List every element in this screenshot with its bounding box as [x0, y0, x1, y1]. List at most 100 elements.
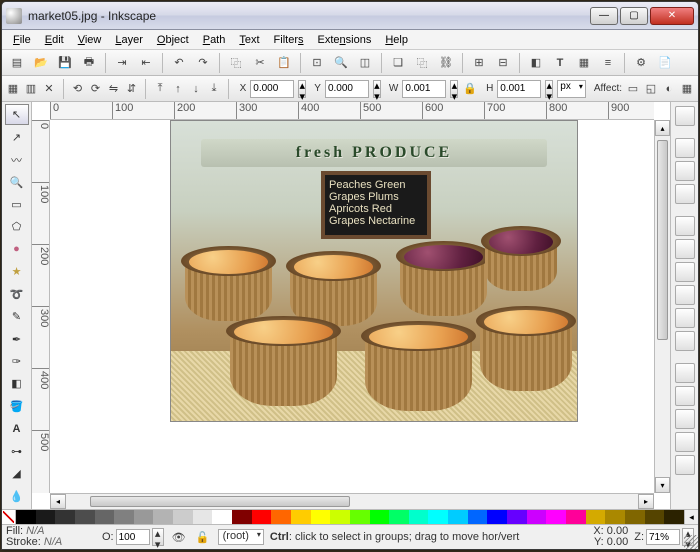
h-spin[interactable]: ▴▾ — [545, 80, 553, 98]
swatch[interactable] — [507, 510, 527, 524]
snap-midpoint-icon[interactable] — [675, 331, 695, 351]
x-input[interactable] — [250, 80, 294, 98]
eraser-tool-icon[interactable]: ◧ — [5, 373, 29, 394]
zoom-page-icon[interactable]: ◫ — [354, 52, 376, 74]
menu-help[interactable]: Help — [378, 32, 415, 48]
select-all-icon[interactable]: ▦ — [6, 78, 20, 100]
docprops-icon[interactable]: 📄 — [654, 52, 676, 74]
affect-gradient-icon[interactable]: ◐ — [662, 78, 676, 100]
swatch[interactable] — [350, 510, 370, 524]
cut-icon[interactable]: ✂ — [249, 52, 271, 74]
swatch[interactable] — [36, 510, 56, 524]
dropper-tool-icon[interactable]: 💧 — [5, 485, 29, 506]
bezier-tool-icon[interactable]: ✒ — [5, 328, 29, 349]
snap-cusp-icon[interactable] — [675, 285, 695, 305]
horizontal-scrollbar[interactable]: ◂ ▸ — [50, 493, 654, 509]
zoom-input[interactable] — [646, 529, 680, 545]
scroll-left-icon[interactable]: ◂ — [50, 494, 66, 509]
swatch[interactable] — [468, 510, 488, 524]
swatch[interactable] — [75, 510, 95, 524]
prefs-icon[interactable]: ⚙ — [630, 52, 652, 74]
titlebar[interactable]: market05.jpg - Inkscape — ▢ ✕ — [2, 2, 698, 30]
palette-menu-icon[interactable]: ◂ — [684, 510, 698, 524]
open-icon[interactable]: 📂 — [30, 52, 52, 74]
swatch[interactable] — [645, 510, 665, 524]
swatch[interactable] — [173, 510, 193, 524]
copy-icon[interactable]: ⿻ — [225, 52, 247, 74]
xml-icon[interactable]: ▦ — [573, 52, 595, 74]
swatch[interactable] — [252, 510, 272, 524]
swatch[interactable] — [193, 510, 213, 524]
lower-bottom-icon[interactable]: ⤓ — [207, 78, 221, 100]
snap-bbox-corner-icon[interactable] — [675, 184, 695, 204]
swatch[interactable] — [448, 510, 468, 524]
lock-icon[interactable]: 🔒 — [462, 78, 478, 100]
new-icon[interactable]: ▤ — [6, 52, 28, 74]
swatch[interactable] — [586, 510, 606, 524]
text-tool-icon[interactable]: A — [5, 418, 29, 439]
calligraphy-tool-icon[interactable]: ✑ — [5, 351, 29, 372]
no-color-swatch[interactable] — [2, 510, 16, 524]
export-icon[interactable]: ⇤ — [135, 52, 157, 74]
deselect-icon[interactable]: ✕ — [42, 78, 56, 100]
snap-guide-icon[interactable] — [675, 455, 695, 475]
flip-v-icon[interactable]: ⇵ — [125, 78, 139, 100]
ungroup-icon[interactable]: ⊟ — [492, 52, 514, 74]
swatch[interactable] — [153, 510, 173, 524]
swatch[interactable] — [212, 510, 232, 524]
canvas[interactable]: fresh PRODUCE Peaches Green Grapes Plums… — [50, 120, 654, 493]
swatch[interactable] — [55, 510, 75, 524]
spiral-tool-icon[interactable]: ➰ — [5, 284, 29, 305]
menu-extensions[interactable]: Extensions — [311, 32, 379, 48]
node-tool-icon[interactable]: ↗ — [5, 126, 29, 147]
swatch[interactable] — [271, 510, 291, 524]
zoom-fit-icon[interactable]: ⊡ — [306, 52, 328, 74]
bucket-tool-icon[interactable]: 🪣 — [5, 396, 29, 417]
w-spin[interactable]: ▴▾ — [450, 80, 458, 98]
pencil-tool-icon[interactable]: ✎ — [5, 306, 29, 327]
3dbox-tool-icon[interactable]: ⬠ — [5, 216, 29, 237]
swatch[interactable] — [16, 510, 36, 524]
resize-grip[interactable] — [684, 535, 698, 549]
snap-path-icon[interactable] — [675, 239, 695, 259]
unit-select[interactable]: px — [557, 80, 586, 98]
align-dialog-icon[interactable]: ≡ — [597, 52, 619, 74]
swatch[interactable] — [546, 510, 566, 524]
raise-top-icon[interactable]: ⤒ — [153, 78, 167, 100]
swatch[interactable] — [389, 510, 409, 524]
swatch[interactable] — [566, 510, 586, 524]
gradient-tool-icon[interactable]: ◢ — [5, 463, 29, 484]
y-spin[interactable]: ▴▾ — [373, 80, 381, 98]
scroll-right-icon[interactable]: ▸ — [638, 494, 654, 509]
snap-rotation-icon[interactable] — [675, 386, 695, 406]
vertical-scrollbar[interactable]: ▴ ▾ — [654, 120, 670, 493]
swatch[interactable] — [664, 510, 684, 524]
menu-edit[interactable]: Edit — [38, 32, 71, 48]
scroll-thumb[interactable] — [657, 140, 668, 340]
affect-pattern-icon[interactable]: ▦ — [680, 78, 694, 100]
snap-nodes-icon[interactable] — [675, 216, 695, 236]
swatch[interactable] — [330, 510, 350, 524]
save-icon[interactable]: 💾 — [54, 52, 76, 74]
flip-h-icon[interactable]: ⇋ — [107, 78, 121, 100]
import-icon[interactable]: ⇥ — [111, 52, 133, 74]
menu-filters[interactable]: Filters — [267, 32, 311, 48]
swatch[interactable] — [134, 510, 154, 524]
swatch[interactable] — [232, 510, 252, 524]
scroll-down-icon[interactable]: ▾ — [655, 477, 670, 493]
affect-corners-icon[interactable]: ◱ — [644, 78, 658, 100]
minimize-button[interactable]: — — [590, 7, 618, 25]
undo-icon[interactable]: ↶ — [168, 52, 190, 74]
unlink-icon[interactable]: ⛓ — [435, 52, 457, 74]
snap-page-icon[interactable] — [675, 409, 695, 429]
menu-view[interactable]: View — [71, 32, 109, 48]
swatch[interactable] — [95, 510, 115, 524]
lower-icon[interactable]: ↓ — [189, 78, 203, 100]
rotate-ccw-icon[interactable]: ⟲ — [71, 78, 85, 100]
tweak-tool-icon[interactable]: 〰 — [5, 149, 29, 170]
snap-grid-icon[interactable] — [675, 432, 695, 452]
snap-smooth-icon[interactable] — [675, 308, 695, 328]
swatch[interactable] — [487, 510, 507, 524]
raise-icon[interactable]: ↑ — [171, 78, 185, 100]
paste-icon[interactable]: 📋 — [273, 52, 295, 74]
